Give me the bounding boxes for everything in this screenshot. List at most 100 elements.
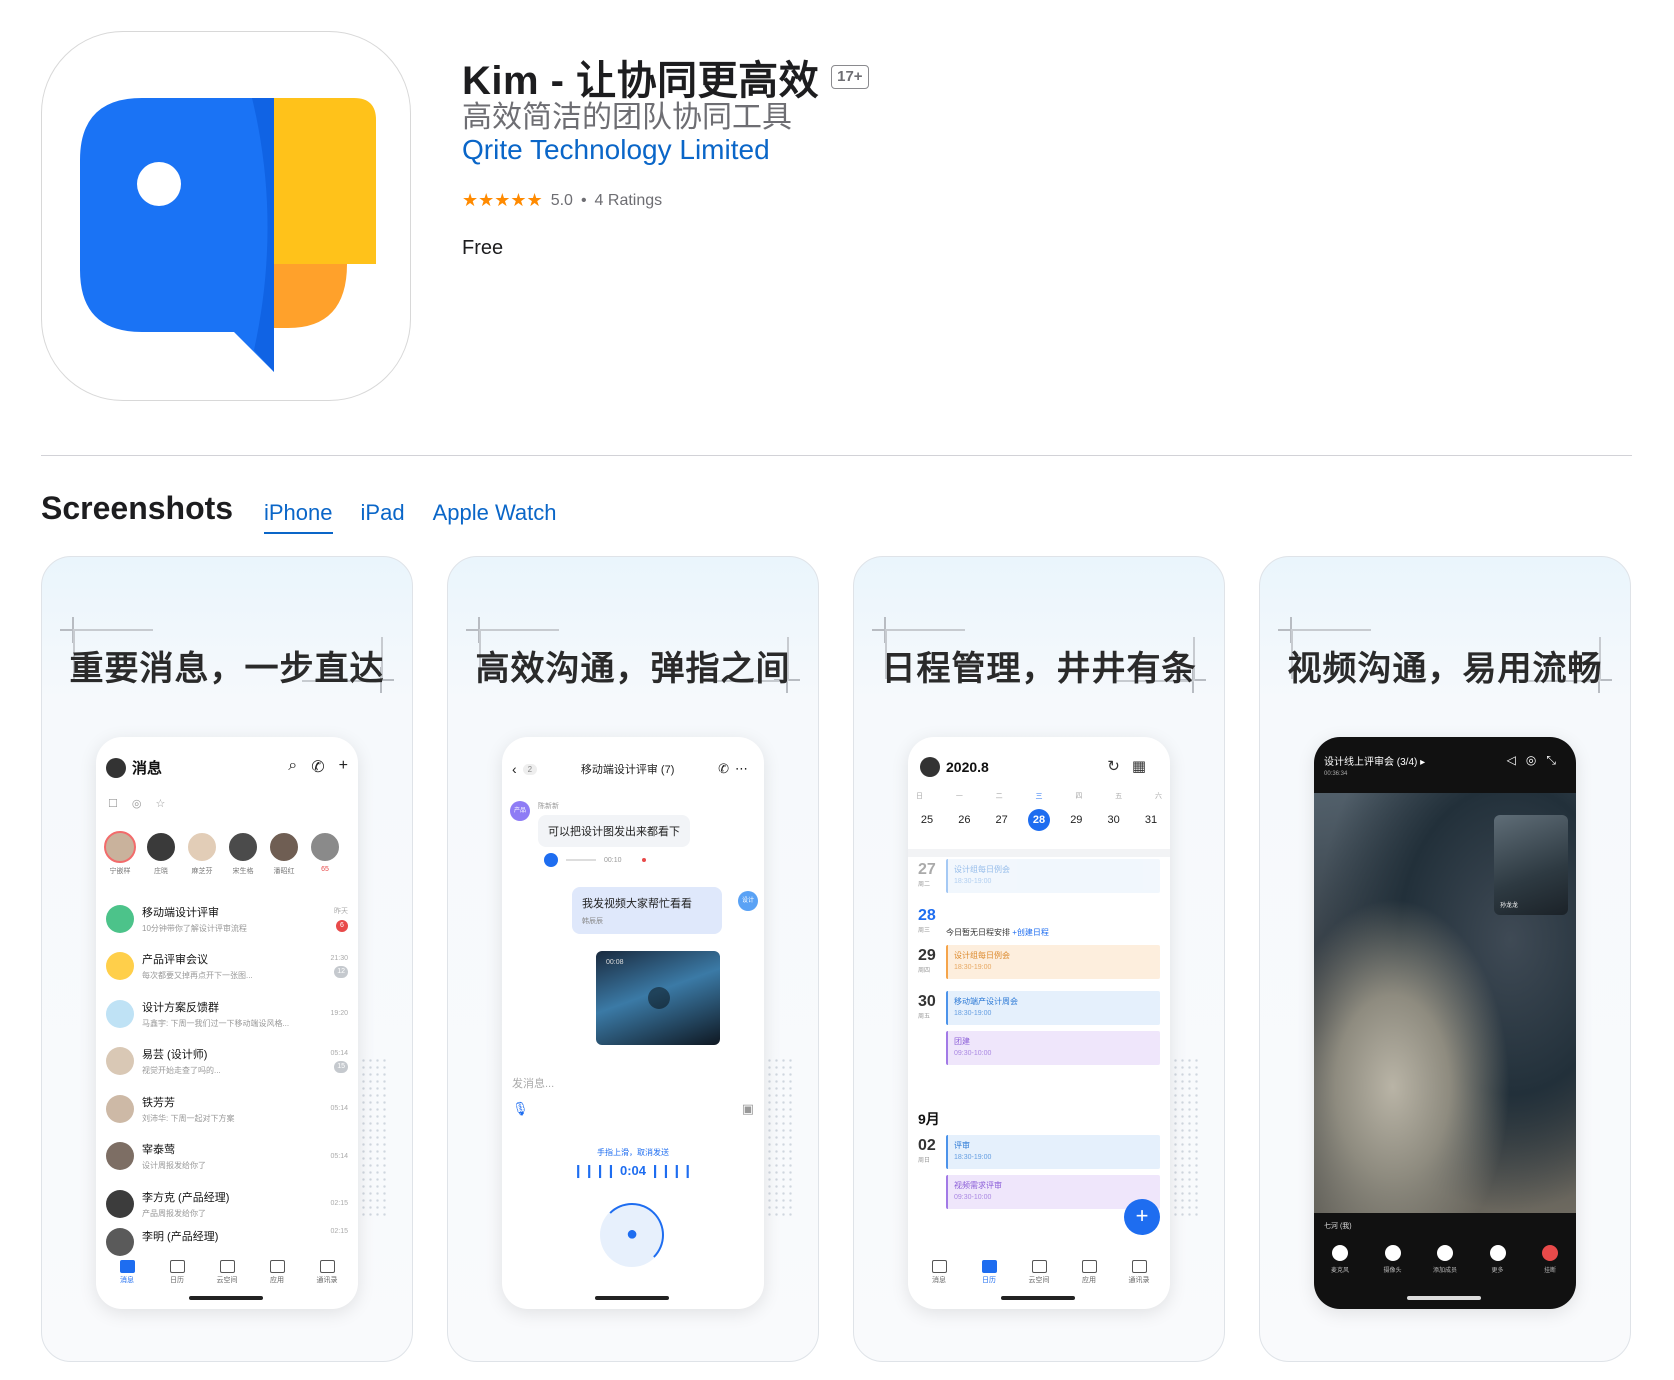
developer-link[interactable]: Qrite Technology Limited xyxy=(462,134,770,166)
more-icon xyxy=(1489,1245,1506,1261)
video-message[interactable]: 00:08 xyxy=(596,951,720,1045)
event-item[interactable]: 移动端产设计周会 18:30-19:00 xyxy=(946,991,1160,1025)
more-icon[interactable]: ⋯ xyxy=(735,761,754,776)
call-title[interactable]: 设计线上评审会 (3/4) ▸ xyxy=(1324,753,1425,768)
day-weekday: 周五 xyxy=(918,1014,931,1020)
hang-up-icon xyxy=(1542,1245,1558,1261)
date-cell[interactable]: 26 xyxy=(953,809,975,831)
self-label: 七河 (我) xyxy=(1324,1223,1352,1230)
tab-calendar[interactable]: 日历 xyxy=(969,1260,1009,1285)
hang-up-button[interactable]: 挂断 xyxy=(1530,1245,1570,1274)
camera-switch-icon[interactable]: ◎ xyxy=(1526,753,1546,767)
list-item[interactable]: 宰泰莺 设计周报发给你了 05:14 xyxy=(106,1133,348,1181)
avatar[interactable] xyxy=(920,757,940,777)
calendar-icon[interactable]: ▦ xyxy=(1132,758,1158,775)
date-cell[interactable]: 31 xyxy=(1140,809,1162,831)
search-icon[interactable]: ⌕ xyxy=(288,757,297,777)
list-item[interactable]: 设计方案反馈群 马鑫宇: 下周一我们过一下移动端设风格... 19:20 xyxy=(106,990,348,1038)
phone-icon[interactable]: ✆ xyxy=(311,757,324,777)
mic-icon[interactable]: 🎙 xyxy=(512,1101,529,1117)
tab-apple-watch[interactable]: Apple Watch xyxy=(433,500,557,534)
monitor-icon[interactable]: ☐ xyxy=(108,797,118,810)
refresh-icon[interactable]: ↻ xyxy=(1107,758,1132,775)
conversation-time: 昨天 xyxy=(334,907,348,915)
plus-icon[interactable]: + xyxy=(339,757,348,777)
message-input[interactable]: 发消息... xyxy=(512,1075,554,1091)
tab-cloud[interactable]: 云空间 xyxy=(207,1260,247,1285)
weekday-row: 日 一 二 三 四 五 六 xyxy=(916,791,1162,801)
minimize-icon[interactable]: ⤡ xyxy=(1546,753,1566,767)
tab-contacts[interactable]: 通讯录 xyxy=(307,1260,347,1285)
conversation-list: 移动端设计评审 10分钟带你了解设计评审流程 昨天 6 产品评审会议 每次都要又掉再点开… xyxy=(106,895,348,1256)
tab-apps[interactable]: 应用 xyxy=(257,1260,297,1285)
tab-iphone[interactable]: iPhone xyxy=(264,500,333,534)
play-icon[interactable] xyxy=(648,987,670,1009)
tab-ipad[interactable]: iPad xyxy=(361,500,405,534)
avatar[interactable]: 设计 xyxy=(738,891,758,911)
list-item[interactable]: 移动端设计评审 10分钟带你了解设计评审流程 昨天 6 xyxy=(106,895,348,943)
tab-contacts[interactable]: 通讯录 xyxy=(1119,1260,1159,1285)
story-item[interactable]: 麻芝芬 xyxy=(186,831,218,876)
list-item[interactable]: 铁芳芳 刘沛华: 下周一起对下方案 05:14 xyxy=(106,1085,348,1133)
story-item[interactable]: 庄晓 xyxy=(145,831,177,876)
conversation-time: 05:14 xyxy=(330,1049,348,1057)
add-member-button[interactable]: 添加成员 xyxy=(1425,1245,1465,1274)
story-item[interactable]: 65 xyxy=(309,831,341,876)
back-icon[interactable]: ‹ xyxy=(512,761,517,777)
decor-dots xyxy=(360,1057,388,1217)
message-bubble[interactable]: 可以把设计图发出来都看下 xyxy=(538,815,690,847)
tab-cloud[interactable]: 云空间 xyxy=(1019,1260,1059,1285)
avatar[interactable]: 产品 xyxy=(510,801,530,821)
date-cell[interactable]: 27 xyxy=(991,809,1013,831)
list-item[interactable]: 李方克 (产品经理) 产品周报发给你了 02:15 xyxy=(106,1180,348,1228)
star-icon[interactable]: ☆ xyxy=(155,797,165,810)
image-icon[interactable]: ▣ xyxy=(742,1101,754,1117)
card-headline: 重要消息，一步直达 xyxy=(69,650,385,688)
conversation-name: 产品评审会议 xyxy=(142,954,208,967)
date-cell[interactable]: 25 xyxy=(916,809,938,831)
rating-count: 4 Ratings xyxy=(594,191,663,209)
day-number: 30 xyxy=(918,993,936,1010)
screenshot-card-4[interactable]: 视频沟通，易用流畅 设计线上评审会 (3/4) ▸ 00:36:34 ◁◎⤡ 孙… xyxy=(1259,556,1631,1362)
avatar[interactable] xyxy=(106,757,126,778)
list-item[interactable]: 李明 (产品经理) 02:15 xyxy=(106,1227,348,1256)
screenshot-card-1[interactable]: 重要消息，一步直达 消息 ⌕ ✆ + ☐ ◎ ☆ 宁嵌样 庄晓 麻芝芬 宋生格 … xyxy=(41,556,413,1362)
participant-pip[interactable]: 孙龙龙 xyxy=(1494,815,1568,915)
list-item[interactable]: 易芸 (设计师) 视觉开始走查了吗的... 05:14 15 xyxy=(106,1038,348,1086)
more-button[interactable]: 更多 xyxy=(1478,1245,1518,1274)
date-cell-selected[interactable]: 28 xyxy=(1027,809,1050,831)
tab-apps[interactable]: 应用 xyxy=(1069,1260,1109,1285)
story-item[interactable]: 宁嵌样 xyxy=(104,831,136,876)
participant-name: 孙龙龙 xyxy=(1500,903,1519,909)
voice-message[interactable]: 00:10 xyxy=(544,853,646,867)
record-button[interactable]: ● xyxy=(600,1203,664,1267)
event-item[interactable]: 评审 18:30-19:00 xyxy=(946,1135,1160,1169)
screenshot-card-2[interactable]: 高效沟通，弹指之间 ‹ 2 移动端设计评审 (7) ✆⋯ 产品 陈新新 可以把设… xyxy=(447,556,819,1362)
tab-calendar[interactable]: 日历 xyxy=(157,1260,197,1285)
message-bubble-own[interactable]: 我发视频大家帮忙看看 韩辰辰 xyxy=(572,887,722,934)
call-icon[interactable]: ✆ xyxy=(718,761,735,776)
speaker-icon[interactable]: ◁ xyxy=(1507,753,1526,767)
at-icon[interactable]: ◎ xyxy=(132,797,142,810)
add-user-icon xyxy=(1437,1245,1453,1261)
camera-button[interactable]: 摄像头 xyxy=(1373,1245,1413,1274)
contacts-icon xyxy=(319,1260,335,1273)
list-item[interactable]: 产品评审会议 每次都要又掉再点开下一张图... 21:30 12 xyxy=(106,943,348,991)
calendar-actions: ↻▦ xyxy=(1107,757,1158,775)
home-indicator xyxy=(595,1296,669,1300)
event-item[interactable]: 团建 09:30-10:00 xyxy=(946,1031,1160,1065)
mic-button[interactable]: 麦克风 xyxy=(1320,1245,1360,1274)
tab-messages[interactable]: 消息 xyxy=(919,1260,959,1285)
date-cell[interactable]: 29 xyxy=(1065,809,1087,831)
event-item[interactable]: 设计组每日例会 18:30-19:00 xyxy=(946,859,1160,893)
create-event-link[interactable]: +创建日程 xyxy=(1012,928,1049,937)
filter-bar: ☐ ◎ ☆ xyxy=(108,797,165,810)
story-item[interactable]: 潘昭红 xyxy=(268,831,300,876)
play-icon[interactable] xyxy=(544,853,558,867)
event-item[interactable]: 设计组每日例会 18:30-19:00 xyxy=(946,945,1160,979)
add-event-button[interactable]: + xyxy=(1124,1199,1160,1235)
tab-messages[interactable]: 消息 xyxy=(107,1260,147,1285)
screenshot-card-3[interactable]: 日程管理，井井有条 2020.8 ↻▦ 日 一 二 三 四 五 六 25 26 … xyxy=(853,556,1225,1362)
date-cell[interactable]: 30 xyxy=(1103,809,1125,831)
story-item[interactable]: 宋生格 xyxy=(227,831,259,876)
